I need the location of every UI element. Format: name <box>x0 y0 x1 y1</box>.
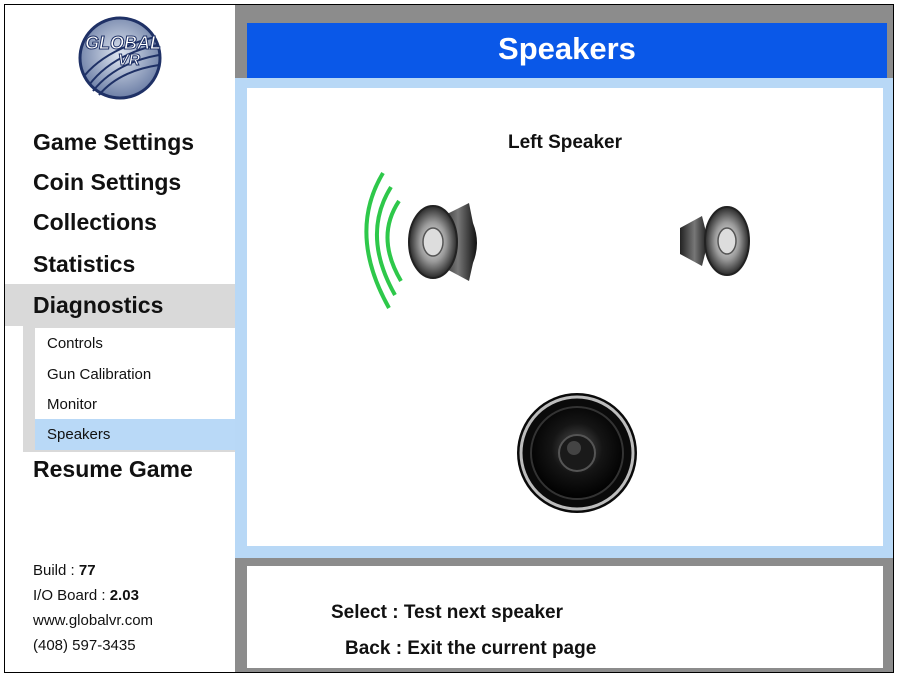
menu-resume-game[interactable]: Resume Game <box>5 450 235 488</box>
speaker-right-icon[interactable] <box>672 198 762 283</box>
back-hint: Back : Exit the current page <box>345 638 597 659</box>
speaker-panel: Left Speaker <box>247 88 883 546</box>
svg-text:VR: VR <box>118 52 141 69</box>
menu-game-settings[interactable]: Game Settings <box>5 123 235 161</box>
sidebar: GLOBAL VR Game Settings Coin Settings Co… <box>5 5 265 672</box>
io-board-value: 2.03 <box>109 587 139 604</box>
menu-statistics[interactable]: Statistics <box>5 245 235 283</box>
menu-diagnostics[interactable]: Diagnostics <box>5 284 235 326</box>
diagnostics-submenu: Controls Gun Calibration Monitor Speaker… <box>23 325 265 452</box>
footer-area: Select : Test next speaker Back : Exit t… <box>235 558 893 672</box>
build-line: Build : 77 <box>33 558 153 583</box>
app-frame: GLOBAL VR Game Settings Coin Settings Co… <box>4 4 894 673</box>
speaker-left-icon[interactable] <box>349 163 479 313</box>
speaker-panel-border: Left Speaker <box>235 78 893 558</box>
sound-waves-icon <box>364 171 403 309</box>
io-board-label: I/O Board : <box>33 587 106 604</box>
website-text: www.globalvr.com <box>33 612 154 629</box>
footer-panel: Select : Test next speaker Back : Exit t… <box>247 566 883 668</box>
subwoofer-icon[interactable] <box>512 388 642 518</box>
submenu-monitor[interactable]: Monitor <box>35 389 235 420</box>
menu-coin-settings[interactable]: Coin Settings <box>5 163 235 201</box>
svg-text:GLOBAL: GLOBAL <box>85 33 161 53</box>
phone-text: (408) 597-3435 <box>33 637 136 654</box>
menu-collections[interactable]: Collections <box>5 203 235 241</box>
build-value: 77 <box>78 562 96 579</box>
main-area: Speakers Left Speaker Select: Test next… <box>235 5 893 672</box>
submenu-gun-calibration[interactable]: Gun Calibration <box>35 359 235 390</box>
speaker-label: Left Speaker <box>507 132 623 153</box>
submenu-controls[interactable]: Controls <box>35 328 235 359</box>
page-title: Speakers <box>247 23 887 78</box>
io-board-line: I/O Board : 2.03 <box>33 583 153 608</box>
build-label: Build : <box>33 562 75 579</box>
build-info: Build : 77 I/O Board : 2.03 www.globalvr… <box>33 558 153 658</box>
select-hint: Select : Test next speaker <box>331 602 563 623</box>
global-vr-logo: GLOBAL VR <box>78 16 162 100</box>
submenu-speakers[interactable]: Speakers <box>35 419 265 450</box>
